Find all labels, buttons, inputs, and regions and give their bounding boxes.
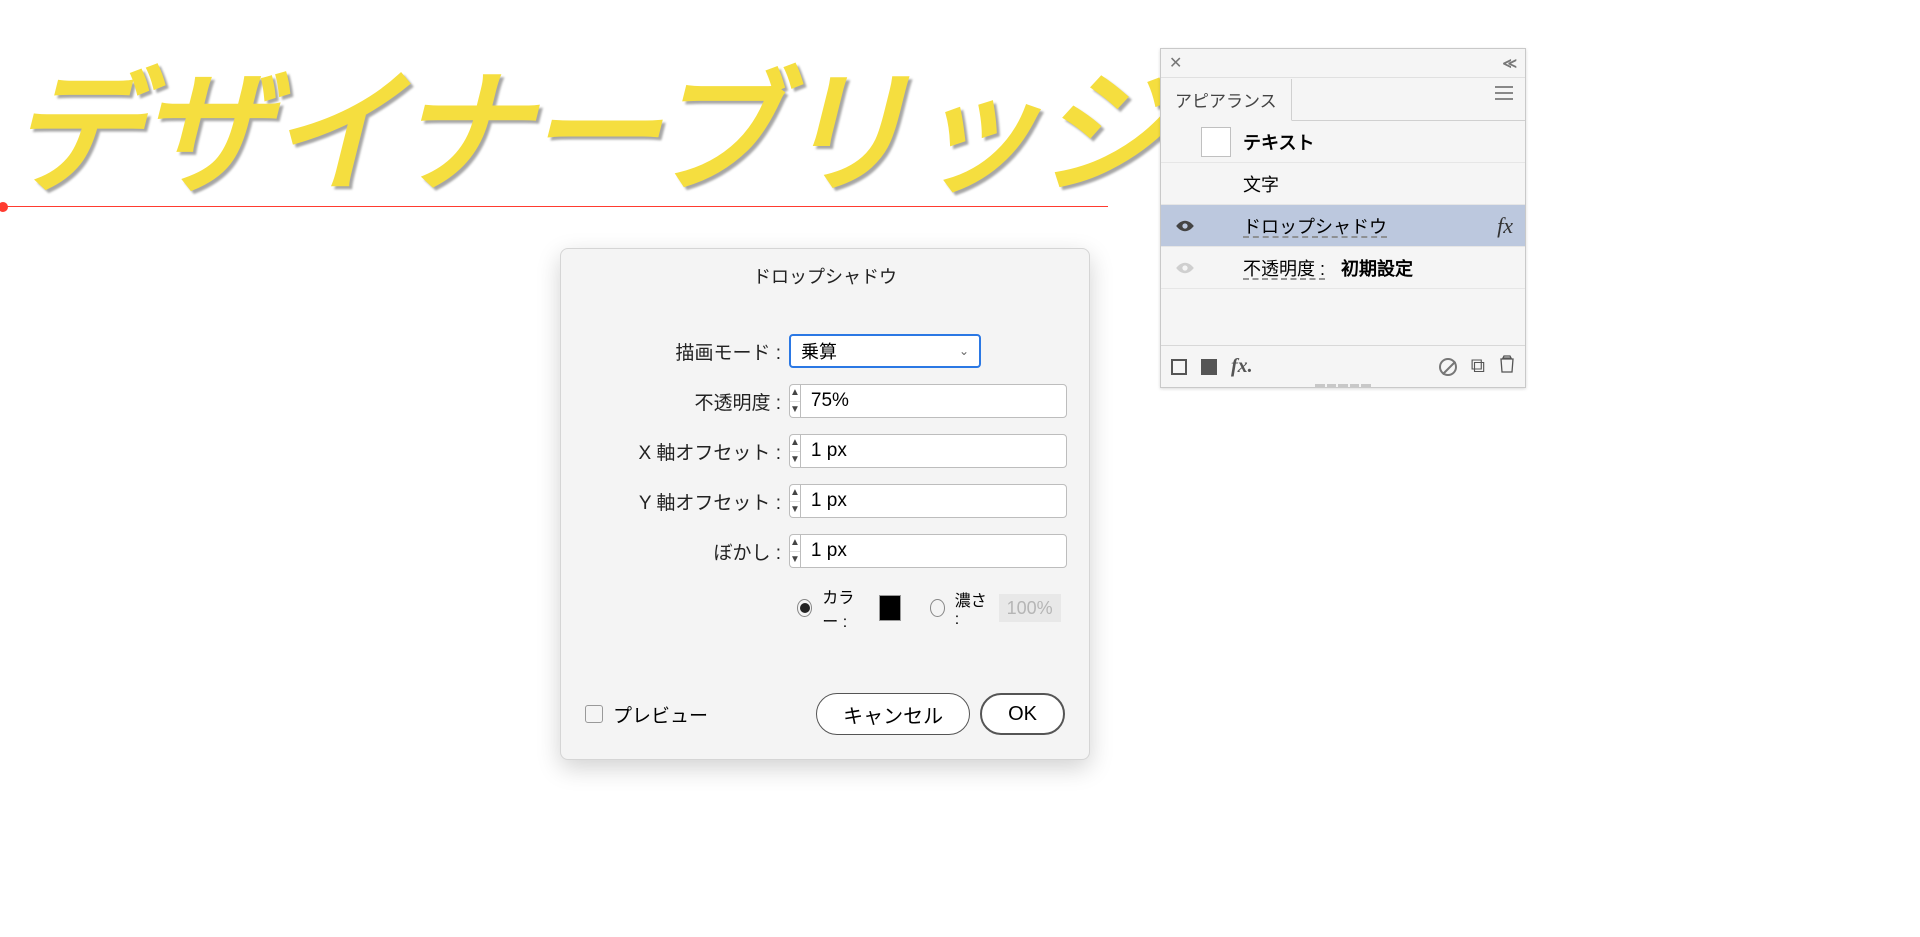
blend-mode-value: 乗算 (801, 338, 837, 364)
row-label: 文字 (1243, 171, 1279, 197)
row-label: ドロップシャドウ (1243, 213, 1387, 239)
visibility-icon[interactable] (1169, 219, 1201, 233)
preview-checkbox[interactable]: プレビュー (585, 701, 708, 728)
preview-label: プレビュー (613, 701, 708, 728)
duplicate-icon[interactable]: ⧉ (1471, 355, 1485, 378)
row-label: 不透明度 : (1243, 255, 1325, 281)
text-baseline-guide (0, 206, 1108, 207)
opacity-label: 不透明度 : (589, 388, 789, 415)
row-label: テキスト (1243, 129, 1314, 155)
cancel-button[interactable]: キャンセル (816, 693, 970, 735)
panel-resize-handle[interactable] (1315, 384, 1371, 390)
density-radio[interactable] (930, 599, 945, 617)
chevron-down-icon: ⌄ (959, 344, 969, 358)
density-label: 濃さ : (955, 587, 989, 629)
panel-close-icon[interactable]: ✕ (1169, 53, 1182, 73)
x-offset-label: X 軸オフセット : (589, 438, 789, 465)
appearance-row-opacity[interactable]: 不透明度 : 初期設定 (1161, 247, 1525, 289)
blur-label: ぼかし : (589, 538, 789, 565)
panel-menu-icon[interactable] (1483, 78, 1525, 120)
opacity-stepper[interactable]: ▲▼ (789, 384, 800, 418)
appearance-row-dropshadow[interactable]: ドロップシャドウ fx (1161, 205, 1525, 247)
density-value: 100% (999, 594, 1061, 622)
appearance-row-text[interactable]: テキスト (1161, 121, 1525, 163)
dialog-title: ドロップシャドウ (561, 249, 1089, 304)
color-label: カラー : (822, 584, 869, 632)
appearance-tab[interactable]: アピアランス (1161, 79, 1292, 121)
panel-collapse-icon[interactable]: ≪ (1502, 55, 1517, 72)
add-effect-icon[interactable]: fx. (1231, 355, 1253, 378)
y-offset-stepper[interactable]: ▲▼ (789, 484, 800, 518)
appearance-panel: ✕ ≪ アピアランス テキスト 文字 ドロップシャドウ fx (1160, 48, 1526, 388)
ok-button[interactable]: OK (980, 693, 1065, 735)
row-value: 初期設定 (1341, 255, 1413, 281)
blend-mode-label: 描画モード : (589, 338, 789, 365)
y-offset-label: Y 軸オフセット : (589, 488, 789, 515)
appearance-row-char[interactable]: 文字 (1161, 163, 1525, 205)
swatch-thumb (1201, 127, 1231, 157)
blend-mode-select[interactable]: 乗算 ⌄ (789, 334, 981, 368)
visibility-icon[interactable] (1169, 261, 1201, 275)
x-offset-stepper[interactable]: ▲▼ (789, 434, 800, 468)
canvas-text: デザイナーブリッジ (8, 68, 1167, 202)
color-swatch[interactable] (879, 595, 901, 621)
blur-input[interactable] (800, 534, 1067, 568)
fx-badge-icon: fx (1497, 213, 1513, 239)
trash-icon[interactable] (1499, 355, 1515, 378)
drop-shadow-dialog: ドロップシャドウ 描画モード : 乗算 ⌄ 不透明度 : ▲▼ X 軸オフセット… (560, 248, 1090, 760)
x-offset-input[interactable] (800, 434, 1067, 468)
y-offset-input[interactable] (800, 484, 1067, 518)
checkbox-icon (585, 705, 603, 723)
add-stroke-icon[interactable] (1171, 359, 1187, 375)
color-radio[interactable] (797, 599, 812, 617)
blur-stepper[interactable]: ▲▼ (789, 534, 800, 568)
clear-appearance-icon[interactable] (1439, 358, 1457, 376)
add-fill-icon[interactable] (1201, 359, 1217, 375)
opacity-input[interactable] (800, 384, 1067, 418)
